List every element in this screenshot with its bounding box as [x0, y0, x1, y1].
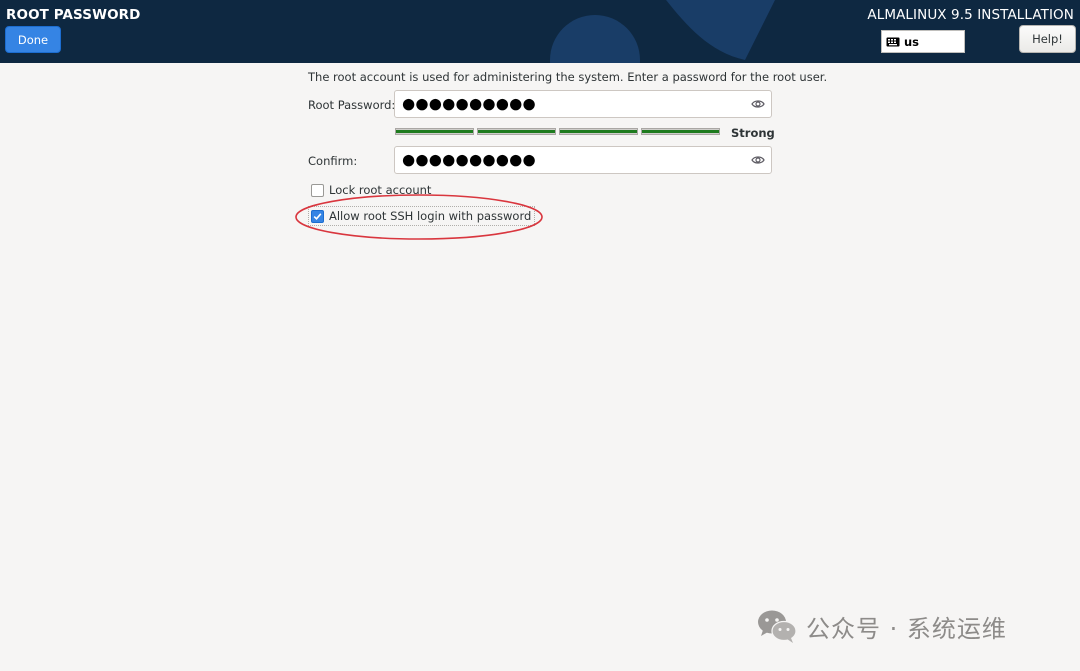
- done-button[interactable]: Done: [5, 26, 61, 53]
- wechat-logo-icon: [758, 610, 797, 643]
- checkmark-icon: [313, 212, 322, 220]
- strength-label: Strong: [731, 126, 775, 140]
- lock-root-checkbox[interactable]: [311, 183, 324, 197]
- eye-icon[interactable]: [751, 98, 765, 110]
- page-title: ROOT PASSWORD: [6, 7, 141, 23]
- strength-segment: [395, 128, 474, 135]
- watermark-text: 公众号 · 系统运维: [806, 614, 1007, 643]
- allow-ssh-label: Allow root SSH login with password: [329, 209, 532, 223]
- description-text: The root account is used for administeri…: [308, 70, 828, 84]
- header-bar: ROOT PASSWORD Done ALMALINUX 9.5 INSTALL…: [0, 0, 1080, 63]
- header-logo-decoration: [550, 0, 775, 63]
- allow-ssh-checkbox[interactable]: [311, 209, 324, 223]
- root-password-value: ●●●●●●●●●●: [402, 94, 536, 113]
- allow-ssh-checkbox-row[interactable]: Allow root SSH login with password: [308, 206, 536, 226]
- confirm-label: Confirm:: [308, 154, 358, 168]
- keyboard-layout-label: us: [904, 34, 920, 49]
- watermark: 公众号 · 系统运维: [756, 608, 1007, 644]
- password-strength-bar: [395, 128, 720, 135]
- root-password-label: Root Password:: [308, 98, 396, 112]
- eye-icon[interactable]: [751, 154, 765, 166]
- keyboard-icon: [886, 37, 900, 46]
- root-password-input[interactable]: ●●●●●●●●●●: [394, 90, 772, 118]
- focus-outline: Allow root SSH login with password: [308, 206, 536, 226]
- keyboard-layout-indicator[interactable]: us: [881, 30, 965, 53]
- lock-root-label: Lock root account: [329, 183, 432, 197]
- help-button[interactable]: Help!: [1019, 25, 1076, 53]
- lock-root-checkbox-row[interactable]: Lock root account: [311, 183, 431, 197]
- installation-title: ALMALINUX 9.5 INSTALLATION: [867, 7, 1074, 23]
- confirm-password-input[interactable]: ●●●●●●●●●●: [394, 146, 772, 174]
- strength-segment: [559, 128, 638, 135]
- strength-segment: [477, 128, 556, 135]
- strength-segment: [641, 128, 720, 135]
- confirm-password-value: ●●●●●●●●●●: [402, 150, 536, 169]
